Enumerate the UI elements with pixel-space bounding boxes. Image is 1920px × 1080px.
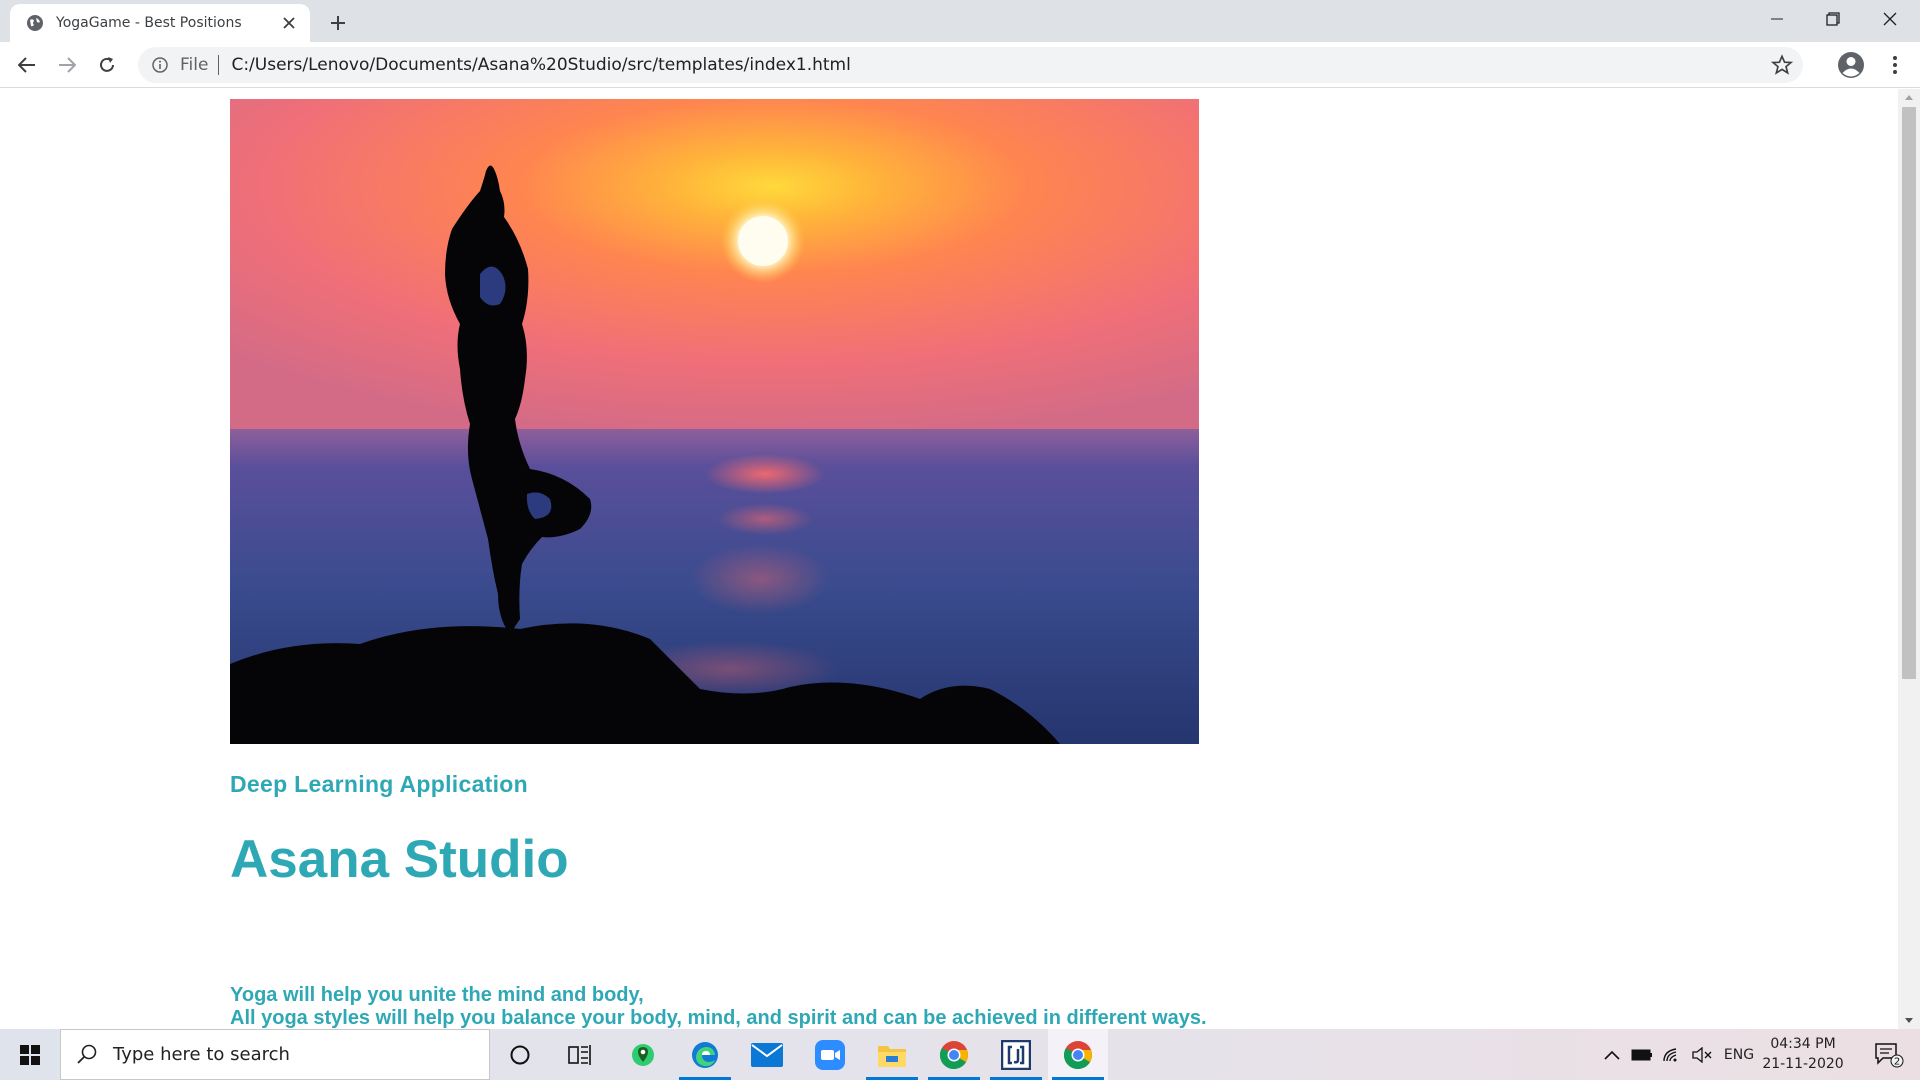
forward-button[interactable]	[51, 49, 83, 81]
mail-app-button[interactable]	[737, 1029, 797, 1080]
wifi-icon	[1663, 1047, 1677, 1061]
chrome-app-button[interactable]	[924, 1029, 984, 1080]
vertical-scrollbar[interactable]	[1898, 89, 1920, 1029]
info-icon[interactable]	[150, 55, 170, 75]
minimize-icon	[1771, 18, 1783, 20]
show-hidden-icons-button[interactable]	[1600, 1029, 1624, 1080]
action-center-button[interactable]: 2	[1864, 1029, 1914, 1080]
mail-icon	[751, 1042, 783, 1067]
cortana-button[interactable]	[490, 1029, 550, 1080]
minimize-button[interactable]	[1749, 0, 1805, 38]
address-bar[interactable]: File C:/Users/Lenovo/Documents/Asana%20S…	[138, 47, 1803, 83]
start-button[interactable]	[0, 1029, 60, 1080]
tab-title: YogaGame - Best Positions	[56, 15, 242, 31]
search-icon	[77, 1044, 97, 1064]
network-button[interactable]	[1658, 1029, 1686, 1080]
taskbar-search-box[interactable]: Type here to search	[60, 1029, 490, 1080]
taskbar-clock[interactable]: 04:34 PM 21-11-2020	[1760, 1034, 1846, 1074]
input-language-indicator[interactable]: ENG	[1722, 1029, 1756, 1080]
bracket-app-icon	[1001, 1039, 1031, 1070]
notifications-icon: 2	[1875, 1042, 1904, 1067]
chrome-icon	[940, 1040, 968, 1069]
restore-icon	[1826, 12, 1840, 26]
arrow-left-icon	[18, 57, 35, 73]
tab-strip: YogaGame - Best Positions	[0, 0, 1920, 42]
url-text[interactable]: C:/Users/Lenovo/Documents/Asana%20Studio…	[231, 55, 850, 75]
windows-logo-icon	[20, 1044, 40, 1065]
volume-button[interactable]	[1688, 1029, 1716, 1080]
volume-muted-icon	[1692, 1046, 1712, 1063]
edge-app-button[interactable]	[675, 1029, 735, 1080]
arrow-right-icon	[59, 57, 76, 73]
reload-button[interactable]	[91, 49, 123, 81]
yoga-sunset-image	[230, 99, 1199, 744]
close-icon	[1883, 12, 1897, 26]
close-window-button[interactable]	[1862, 0, 1918, 38]
maps-icon	[632, 1043, 654, 1066]
scrollbar-thumb[interactable]	[1902, 107, 1916, 679]
chevron-up-icon	[1604, 1050, 1620, 1060]
maps-app-button[interactable]	[613, 1029, 673, 1080]
new-tab-button[interactable]	[324, 9, 352, 37]
cortana-icon	[510, 1045, 530, 1064]
chrome-app-button-active[interactable]	[1048, 1029, 1108, 1080]
plus-icon	[331, 16, 345, 30]
browser-menu-button[interactable]	[1880, 50, 1910, 80]
page-viewport: Deep Learning Application Asana Studio Y…	[0, 89, 1898, 1029]
zoom-icon	[815, 1039, 845, 1070]
clock-time: 04:34 PM	[1770, 1036, 1836, 1052]
windows-taskbar: Type here to search ENG 04:34 PM 21-11-2…	[0, 1029, 1920, 1080]
notification-count: 2	[1894, 1056, 1900, 1067]
task-view-button[interactable]	[550, 1029, 610, 1080]
battery-button[interactable]	[1628, 1029, 1656, 1080]
scroll-down-arrow-icon[interactable]	[1905, 1018, 1913, 1023]
page-title: Asana Studio	[230, 830, 569, 889]
bookmark-star-icon[interactable]	[1771, 54, 1793, 76]
close-tab-icon[interactable]	[278, 12, 300, 34]
url-scheme-label: File	[180, 55, 209, 75]
omnibox-divider	[218, 55, 220, 75]
restore-button[interactable]	[1805, 0, 1861, 38]
kebab-menu-icon	[1893, 56, 1897, 74]
intro-line-1: Yoga will help you unite the mind and bo…	[230, 984, 644, 1006]
chrome-icon	[1064, 1040, 1092, 1069]
back-button[interactable]	[11, 49, 43, 81]
globe-icon	[27, 15, 43, 31]
task-view-icon	[568, 1044, 591, 1065]
file-explorer-icon	[878, 1045, 906, 1067]
reload-icon	[100, 57, 114, 72]
search-placeholder: Type here to search	[113, 1044, 290, 1065]
intro-line-2: All yoga styles will help you balance yo…	[230, 1007, 1207, 1029]
page-kicker: Deep Learning Application	[230, 771, 529, 797]
bracket-app-button[interactable]	[986, 1029, 1046, 1080]
browser-tab[interactable]: YogaGame - Best Positions	[10, 4, 310, 42]
clock-date: 21-11-2020	[1762, 1056, 1844, 1072]
file-explorer-button[interactable]	[862, 1029, 922, 1080]
scroll-up-arrow-icon[interactable]	[1905, 95, 1913, 100]
edge-icon	[692, 1041, 718, 1068]
zoom-app-button[interactable]	[800, 1029, 860, 1080]
profile-avatar-icon[interactable]	[1836, 50, 1866, 80]
browser-toolbar: File C:/Users/Lenovo/Documents/Asana%20S…	[0, 42, 1920, 88]
battery-icon	[1631, 1049, 1652, 1060]
